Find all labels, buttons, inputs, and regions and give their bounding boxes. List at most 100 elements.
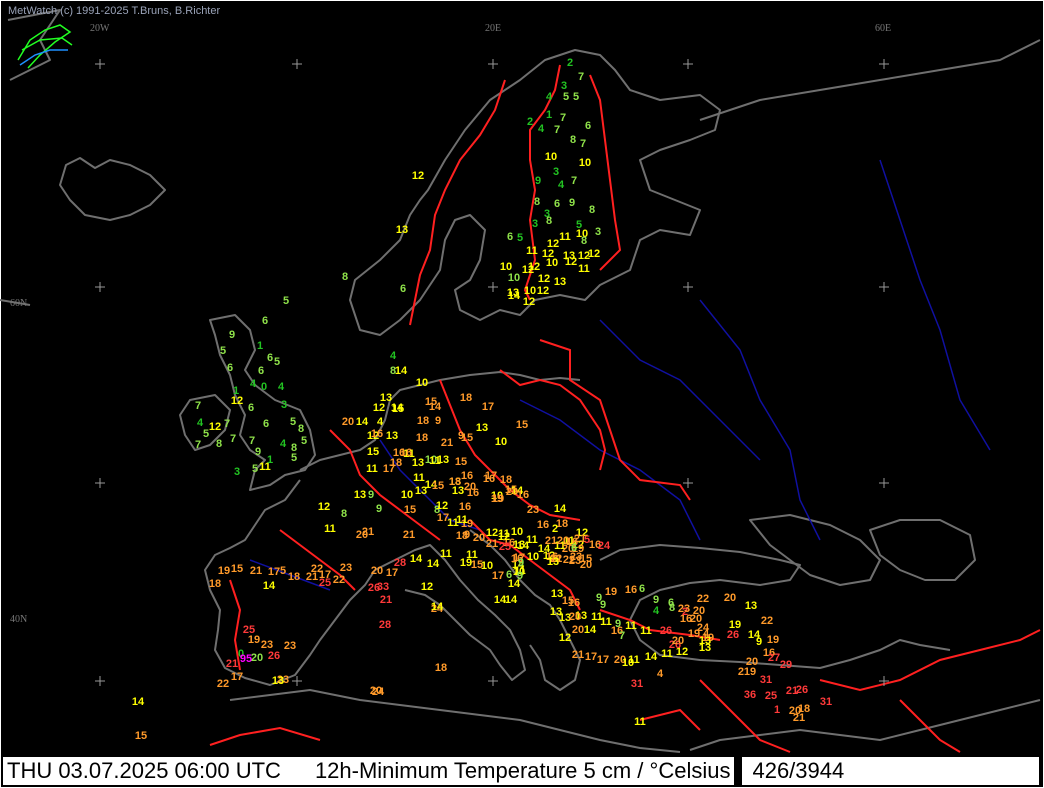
station-value: 7 <box>230 433 236 445</box>
station-value: 4 <box>250 378 257 390</box>
status-separator <box>734 756 743 786</box>
station-value: 11 <box>456 514 468 526</box>
station-value: 16 <box>625 584 637 596</box>
station-value: 7 <box>195 439 201 451</box>
station-value: 16 <box>400 447 412 459</box>
station-value: 20 <box>342 416 354 428</box>
station-value: 13 <box>272 675 284 687</box>
station-value: 7 <box>224 418 230 430</box>
station-value: 3 <box>532 218 538 230</box>
station-value: 5 <box>584 534 590 546</box>
station-value: 13 <box>745 600 757 612</box>
station-value: 13 <box>437 454 449 466</box>
station-value: 23 <box>678 603 690 615</box>
station-value: 28 <box>379 619 391 631</box>
station-value: 14 <box>132 696 145 708</box>
station-value: 13 <box>354 489 366 501</box>
station-value: 12 <box>522 264 534 276</box>
station-value: 9 <box>600 599 606 611</box>
station-value: 18 <box>417 415 429 427</box>
station-value: 9 <box>569 197 575 209</box>
station-value: 20 <box>672 635 684 647</box>
station-value: 13 <box>554 276 566 288</box>
station-value: 11 <box>559 231 571 243</box>
station-value: 1 <box>267 454 273 466</box>
station-value: 20 <box>569 611 581 623</box>
station-value: 8 <box>570 134 576 146</box>
station-value: 19 <box>767 634 779 646</box>
station-value: 6 <box>267 352 273 364</box>
station-value: 13 <box>386 430 398 442</box>
station-value: 15 <box>432 480 444 492</box>
station-value: 18 <box>209 578 221 590</box>
station-value: 5 <box>220 345 226 357</box>
station-value: 26 <box>796 684 808 696</box>
station-value: 2 <box>552 523 558 535</box>
station-value: 5 <box>252 463 258 475</box>
grid-label-60e: 60E <box>875 23 891 34</box>
station-value: 31 <box>820 696 832 708</box>
station-value: 5 <box>301 435 307 447</box>
station-value: 6 <box>400 283 406 295</box>
station-value: 12 <box>559 632 571 644</box>
station-value: 15 <box>135 730 147 742</box>
station-value: 29 <box>780 659 792 671</box>
station-value: 4 <box>377 416 384 428</box>
station-value: 12 <box>373 402 385 414</box>
station-value: 4 <box>280 438 287 450</box>
station-value: 3 <box>281 399 287 411</box>
station-value: 5 <box>563 91 569 103</box>
station-value: 8 <box>669 602 675 614</box>
station-value: 19 <box>492 493 504 505</box>
station-value: 17 <box>597 654 609 666</box>
station-value: 16 <box>483 473 495 485</box>
station-value: 15 <box>455 456 467 468</box>
grid-label-20e: 20E <box>485 23 501 34</box>
station-value: 33 <box>377 581 389 593</box>
station-value: 10 <box>579 157 591 169</box>
station-value: 13 <box>547 556 559 568</box>
station-value: 13 <box>396 224 408 236</box>
station-value: 5 <box>291 452 297 464</box>
station-value: 4 <box>657 668 664 680</box>
station-value: 18 <box>460 392 472 404</box>
station-value: 4 <box>278 381 285 393</box>
station-value: 13 <box>513 539 525 551</box>
station-value: 1 <box>774 704 780 716</box>
station-value: 9 <box>255 446 261 458</box>
station-value: 25 <box>499 541 511 553</box>
station-value: 3 <box>234 466 240 478</box>
station-value: 21 <box>226 658 238 670</box>
station-value: 12 <box>318 501 330 513</box>
station-value: 20 <box>371 565 383 577</box>
station-value: 5 <box>283 295 289 307</box>
station-value: 11 <box>625 620 637 632</box>
station-value: 26 <box>268 650 280 662</box>
station-value: 17 <box>231 671 243 683</box>
station-value: 16 <box>517 489 529 501</box>
station-value: 10 <box>546 257 558 269</box>
station-value: 23 <box>340 562 352 574</box>
station-value: 12 <box>412 170 424 182</box>
station-value: 20 <box>572 624 584 636</box>
status-bar: THU 03.07.2025 06:00 UTC 12h-Minimum Tem… <box>2 756 1040 786</box>
station-value: 3 <box>553 166 559 178</box>
europe-temperature-map[interactable]: 20W 20E 60E 60N 40N 27435 51 724 678 7103109… <box>0 0 1044 788</box>
station-value: 6 <box>248 402 254 414</box>
credit-text: MetWatch (c) 1991-2025 T.Bruns, B.Richte… <box>8 5 221 17</box>
station-value: 6 <box>571 542 577 554</box>
station-value: 21 <box>572 649 584 661</box>
station-value: 13 <box>699 642 711 654</box>
station-value: 15 <box>471 559 483 571</box>
station-value: 8 <box>534 196 540 208</box>
station-value: 9 <box>517 570 523 582</box>
station-value: 13 <box>452 485 464 497</box>
station-value: 13 <box>415 485 427 497</box>
station-value: 14 <box>505 594 518 606</box>
station-value: 5 <box>280 565 286 577</box>
station-value: 8 <box>342 271 348 283</box>
station-value: 7 <box>578 71 584 83</box>
station-value: 9 <box>368 489 374 501</box>
station-value: 20 <box>370 685 382 697</box>
station-value: 12 <box>209 421 221 433</box>
